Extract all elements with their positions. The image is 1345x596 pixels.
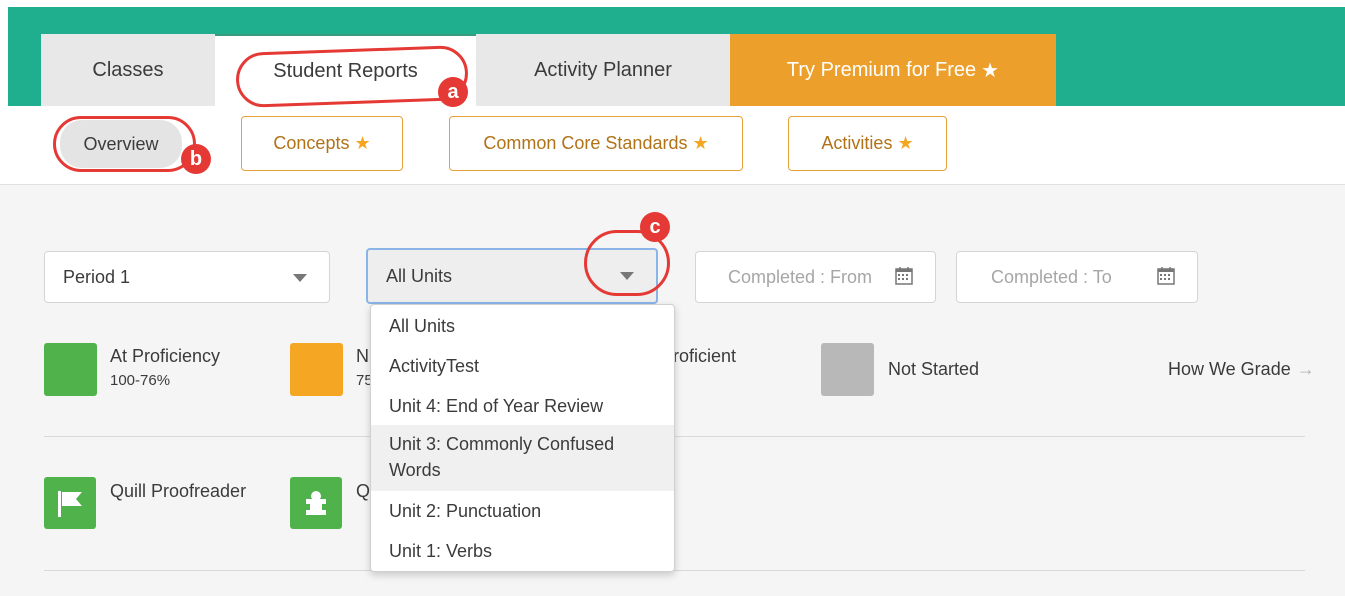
star-icon: ★: [692, 133, 709, 153]
units-select-value: All Units: [386, 265, 453, 286]
caret-down-icon: [293, 274, 307, 282]
subnav-common-core-button[interactable]: Common Core Standards ★: [449, 116, 743, 171]
units-dropdown-menu: All Units ActivityTest Unit 4: End of Ye…: [370, 304, 675, 572]
star-icon: ★: [981, 59, 1000, 82]
dropdown-option[interactable]: All Units: [371, 313, 674, 339]
subnav-activities-label: Activities: [821, 133, 893, 153]
completed-to-placeholder: Completed : To: [991, 266, 1112, 287]
proficient-range: 100-76%: [110, 372, 171, 389]
not-proficient-label: roficient: [673, 346, 737, 366]
subnav-concepts-button[interactable]: Concepts ★: [241, 116, 403, 171]
completed-to-input[interactable]: Completed : To: [956, 251, 1198, 303]
tab-classes[interactable]: Classes: [41, 34, 215, 106]
star-icon: ★: [354, 133, 371, 153]
dropdown-option[interactable]: Unit 4: End of Year Review: [371, 393, 674, 419]
dropdown-option[interactable]: Unit 2: Punctuation: [371, 498, 674, 524]
tab-try-premium[interactable]: Try Premium for Free ★: [730, 34, 1056, 106]
puzzle-icon: [290, 477, 342, 529]
grammar-label: Q: [356, 481, 371, 501]
dropdown-option[interactable]: ActivityTest: [371, 353, 674, 379]
proofreader-label: Quill Proofreader: [110, 481, 247, 501]
nearly-proficient-label: N: [356, 346, 369, 366]
tab-premium-label: Try Premium for Free: [786, 58, 977, 81]
period-select-value: Period 1: [63, 266, 131, 287]
nearly-proficient-swatch: [290, 343, 343, 396]
tab-activity-planner-label: Activity Planner: [534, 58, 672, 81]
star-icon: ★: [897, 133, 914, 153]
tab-activity-planner[interactable]: Activity Planner: [476, 34, 730, 106]
annotation-badge-c: c: [640, 212, 670, 242]
subnav-common-core-label: Common Core Standards: [483, 133, 688, 153]
proficient-label: At Proficiency: [110, 346, 221, 366]
proficient-swatch: [44, 343, 97, 396]
calendar-icon[interactable]: [1157, 266, 1175, 285]
completed-from-input[interactable]: Completed : From: [695, 251, 936, 303]
tab-classes-label: Classes: [92, 58, 164, 81]
annotation-badge-a: a: [438, 77, 468, 107]
subnav-activities-button[interactable]: Activities ★: [788, 116, 947, 171]
period-select[interactable]: Period 1: [44, 251, 330, 303]
subnav-concepts-label: Concepts: [273, 133, 350, 153]
calendar-icon[interactable]: [895, 266, 913, 285]
not-started-label: Not Started: [888, 359, 980, 379]
section-divider: [44, 570, 1305, 571]
annotation-badge-b: b: [181, 144, 211, 174]
annotation-circle-a: [235, 44, 469, 109]
how-we-grade-link[interactable]: How We Grade →: [1168, 359, 1315, 380]
dropdown-option[interactable]: Unit 1: Verbs: [371, 538, 674, 564]
dropdown-option-highlighted[interactable]: Unit 3: Commonly Confused Words: [371, 425, 674, 491]
flag-icon: [44, 477, 96, 529]
not-started-swatch: [821, 343, 874, 396]
completed-from-placeholder: Completed : From: [728, 266, 873, 287]
arrow-right-icon: →: [1296, 359, 1315, 379]
annotation-circle-b: [53, 116, 196, 172]
how-we-grade-label: How We Grade: [1168, 359, 1291, 379]
